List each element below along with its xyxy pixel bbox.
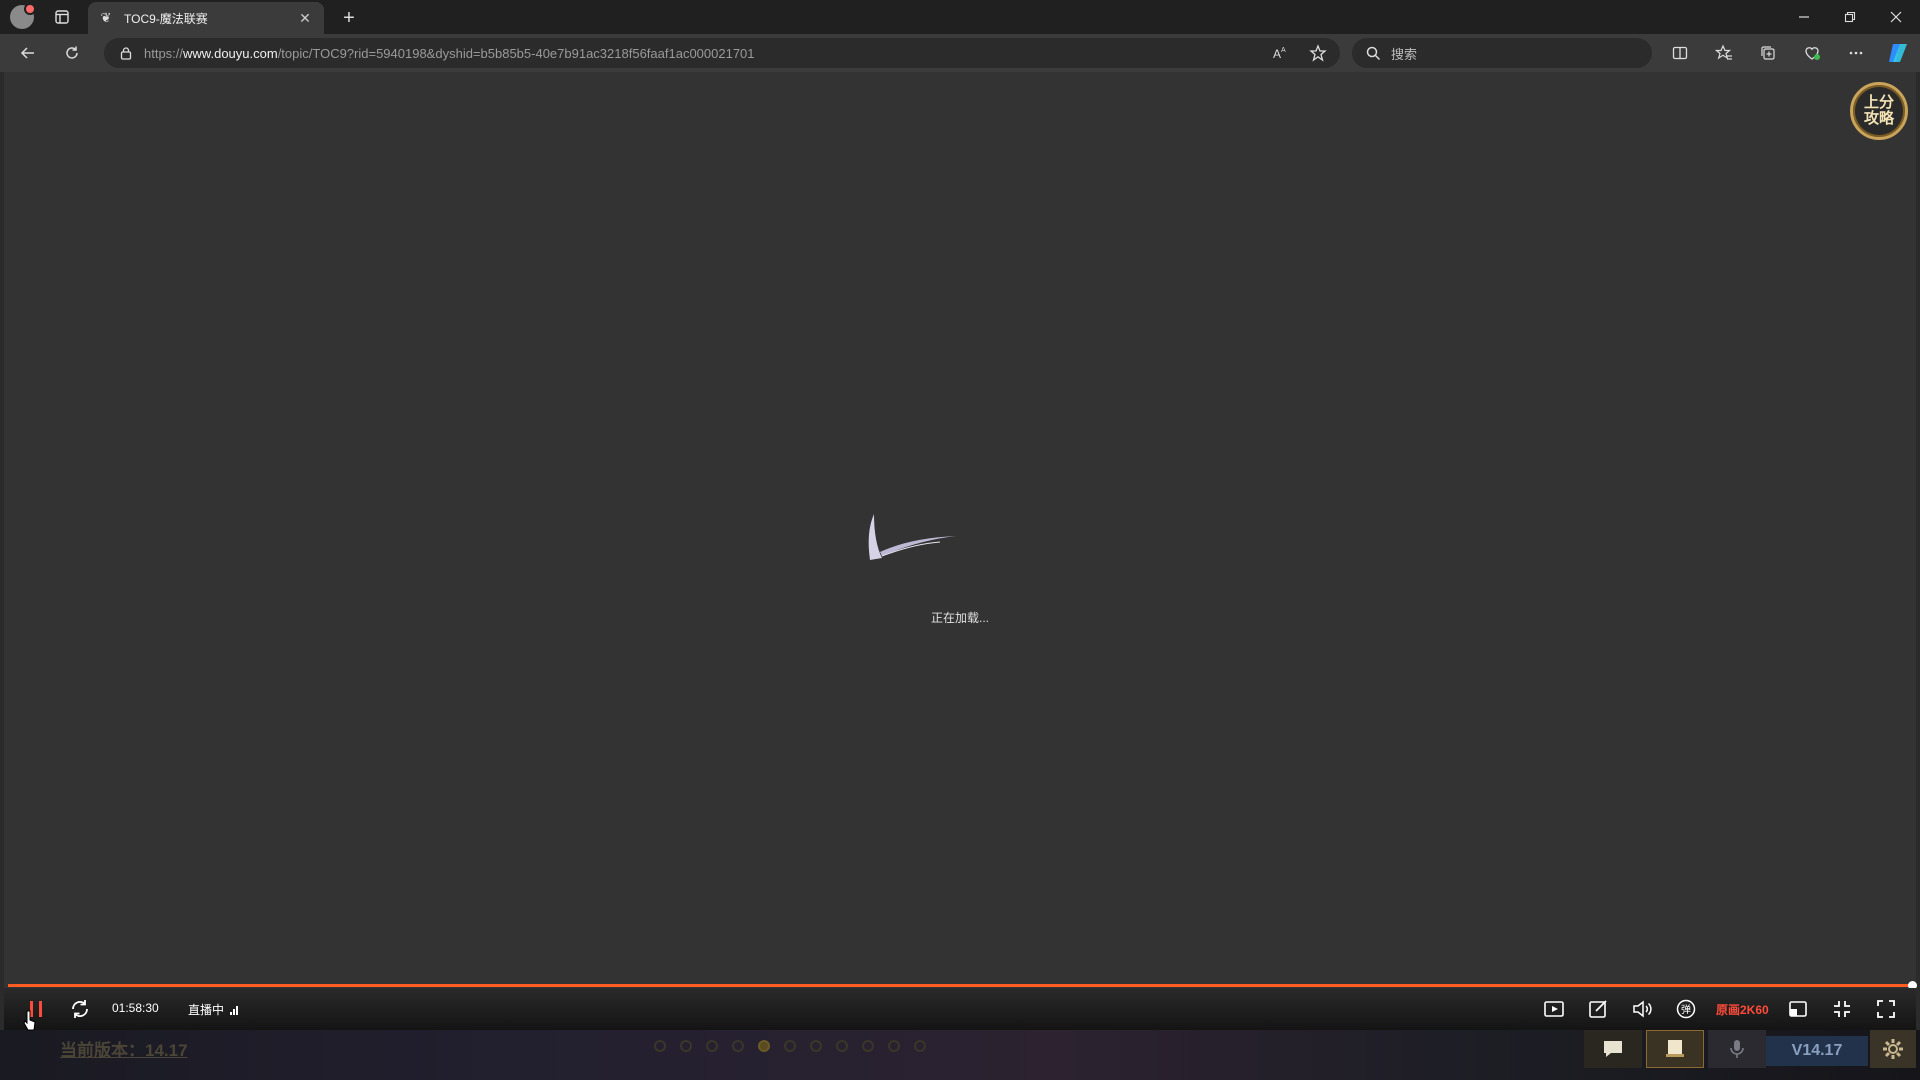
tab-favicon-icon: ❦: [100, 10, 112, 25]
carousel-dot[interactable]: [732, 1040, 744, 1052]
live-label: 直播中: [188, 1003, 225, 1017]
fullscreen-icon[interactable]: [1872, 995, 1900, 1023]
web-fullscreen-icon[interactable]: [1828, 995, 1856, 1023]
chat-icon[interactable]: [1584, 1030, 1642, 1068]
microphone-icon[interactable]: [1708, 1030, 1766, 1068]
split-screen-icon[interactable]: [1666, 39, 1694, 67]
tab-actions-icon[interactable]: [48, 3, 76, 31]
carousel-dot[interactable]: [810, 1040, 822, 1052]
profile-avatar[interactable]: [10, 3, 36, 29]
svg-text:弹: 弹: [1681, 1003, 1691, 1016]
browser-tab-active[interactable]: ❦ TOC9-魔法联赛 ✕: [88, 2, 324, 34]
browser-toolbar: https://www.douyu.com/topic/TOC9?rid=594…: [0, 34, 1920, 72]
svg-text:A: A: [1273, 47, 1281, 61]
record-clip-icon[interactable]: [1540, 995, 1568, 1023]
loading-text: 正在加载...: [930, 611, 989, 625]
tab-close-icon[interactable]: ✕: [296, 9, 314, 27]
back-icon[interactable]: [14, 39, 42, 67]
svg-text:A: A: [1281, 47, 1286, 54]
search-icon: [1366, 46, 1381, 61]
badge-text: 上分攻略: [1863, 94, 1894, 127]
favorites-icon[interactable]: [1710, 39, 1738, 67]
edit-note-icon[interactable]: [1584, 995, 1612, 1023]
progress-fill: [8, 984, 1913, 987]
more-options-icon[interactable]: [1842, 39, 1870, 67]
carousel-dot[interactable]: [914, 1040, 926, 1052]
collections-icon[interactable]: [1754, 39, 1782, 67]
browser-essentials-icon[interactable]: [1798, 39, 1826, 67]
elapsed-time: 01:58:30: [112, 1001, 159, 1015]
volume-icon[interactable]: [1628, 995, 1656, 1023]
reload-stream-icon[interactable]: [66, 995, 94, 1023]
notes-icon[interactable]: [1646, 1030, 1704, 1068]
url-prefix: https://: [144, 45, 184, 61]
window-close-icon[interactable]: [1874, 0, 1918, 34]
url-domain: www.douyu.com: [183, 45, 278, 61]
picture-in-picture-icon[interactable]: [1784, 995, 1812, 1023]
loading-spinner-icon: [868, 514, 956, 560]
mouse-cursor-icon: [23, 1010, 36, 1031]
carousel-dot[interactable]: [836, 1040, 848, 1052]
copilot-icon[interactable]: [1884, 39, 1912, 67]
read-aloud-icon[interactable]: AA: [1266, 39, 1294, 67]
version-badge: V14.17: [1766, 1036, 1868, 1066]
carousel-dot[interactable]: [758, 1040, 770, 1052]
carousel-dot[interactable]: [862, 1040, 874, 1052]
carousel-dot[interactable]: [706, 1040, 718, 1052]
carousel-dot[interactable]: [888, 1040, 900, 1052]
live-status: 直播中: [188, 1001, 239, 1018]
signal-bars-icon: [230, 1005, 239, 1015]
page-bottom-banner: 当前版本：14.17 V14.17: [0, 1030, 1920, 1080]
rank-guide-badge[interactable]: 上分攻略: [1850, 82, 1908, 140]
current-version-link[interactable]: 当前版本：14.17: [60, 1036, 188, 1061]
refresh-icon[interactable]: [58, 39, 86, 67]
search-placeholder: 搜索: [1391, 46, 1418, 62]
progress-bar[interactable]: [8, 981, 1918, 990]
player-controls: 01:58:30 直播中 弹 原画2K60: [4, 988, 1916, 1030]
danmaku-toggle-icon[interactable]: 弹: [1672, 995, 1700, 1023]
quality-selector[interactable]: 原画2K60: [1716, 1001, 1769, 1018]
minimize-icon[interactable]: [1782, 0, 1826, 34]
carousel-dot[interactable]: [680, 1040, 692, 1052]
url-text[interactable]: https://www.douyu.com/topic/TOC9?rid=594…: [144, 46, 755, 61]
carousel-dot[interactable]: [654, 1040, 666, 1052]
carousel-dots: [654, 1040, 926, 1052]
tab-title: TOC9-魔法联赛: [124, 11, 208, 26]
search-input[interactable]: 搜索: [1352, 38, 1652, 68]
address-bar[interactable]: https://www.douyu.com/topic/TOC9?rid=594…: [104, 38, 1340, 68]
lock-icon[interactable]: [118, 45, 134, 61]
settings-gear-icon[interactable]: [1870, 1030, 1916, 1068]
carousel-dot[interactable]: [784, 1040, 796, 1052]
page-viewport: 上分攻略 正在加载... 01:58:30 直播中 弹 原画2K60 当前版本：…: [0, 72, 1920, 1080]
restore-icon[interactable]: [1828, 0, 1872, 34]
new-tab-button[interactable]: +: [336, 5, 362, 31]
favorite-star-icon[interactable]: [1304, 39, 1332, 67]
url-path: /topic/TOC9?rid=5940198&dyshid=b5b85b5-4…: [277, 45, 755, 61]
video-player[interactable]: 上分攻略 正在加载... 01:58:30 直播中 弹 原画2K60: [4, 72, 1918, 1030]
